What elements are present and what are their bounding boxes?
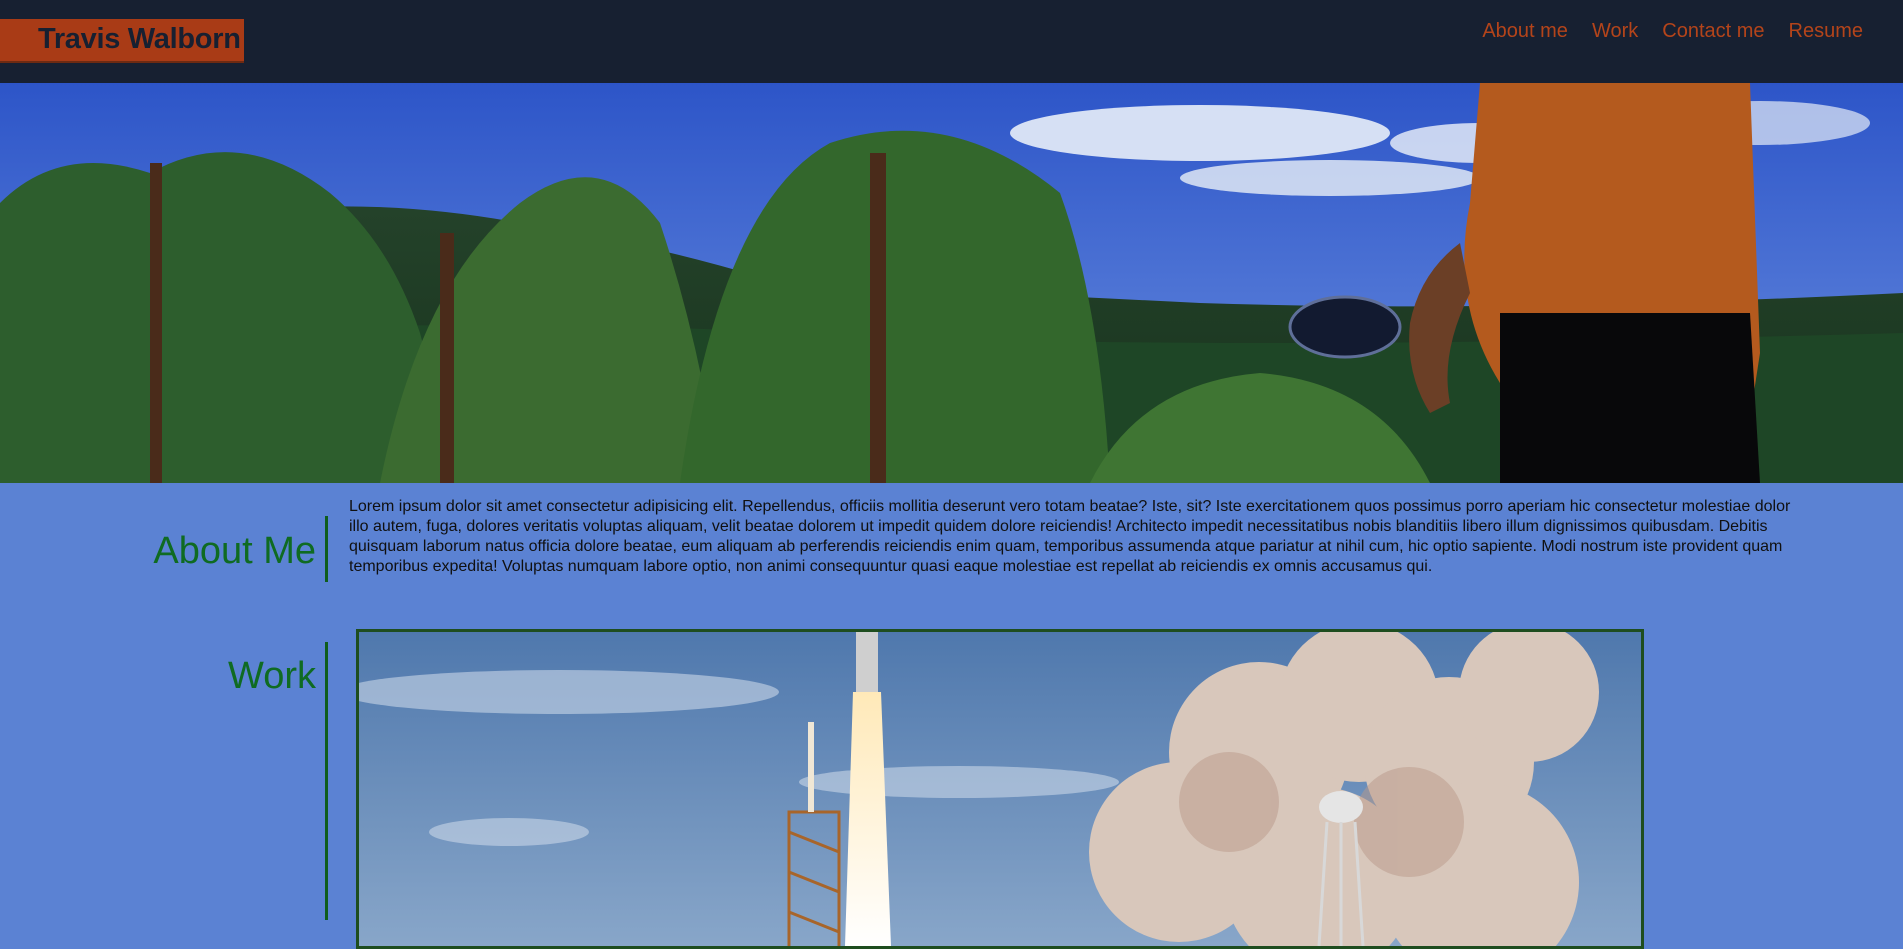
rocket-launch-photo xyxy=(359,632,1641,946)
about-text: Lorem ipsum dolor sit amet consectetur a… xyxy=(349,498,1791,575)
main-nav: About me Work Contact me Resume xyxy=(1482,19,1863,43)
work-section-title: Work xyxy=(228,655,316,697)
nav-about-link[interactable]: About me xyxy=(1482,19,1568,43)
site-header: Travis Walborn About me Work Contact me … xyxy=(0,0,1903,83)
hero-image xyxy=(0,83,1903,483)
brand-name[interactable]: Travis Walborn xyxy=(38,23,241,56)
about-divider xyxy=(325,516,328,582)
nav-work-link[interactable]: Work xyxy=(1592,19,1638,43)
work-project-image[interactable] xyxy=(356,629,1644,949)
nav-contact-link[interactable]: Contact me xyxy=(1662,19,1764,43)
about-section-title: About Me xyxy=(153,530,316,572)
brand-logo[interactable]: Travis Walborn xyxy=(0,19,244,63)
hero-forest-photo xyxy=(0,83,1903,483)
nav-resume-link[interactable]: Resume xyxy=(1789,19,1863,43)
work-divider xyxy=(325,642,328,920)
